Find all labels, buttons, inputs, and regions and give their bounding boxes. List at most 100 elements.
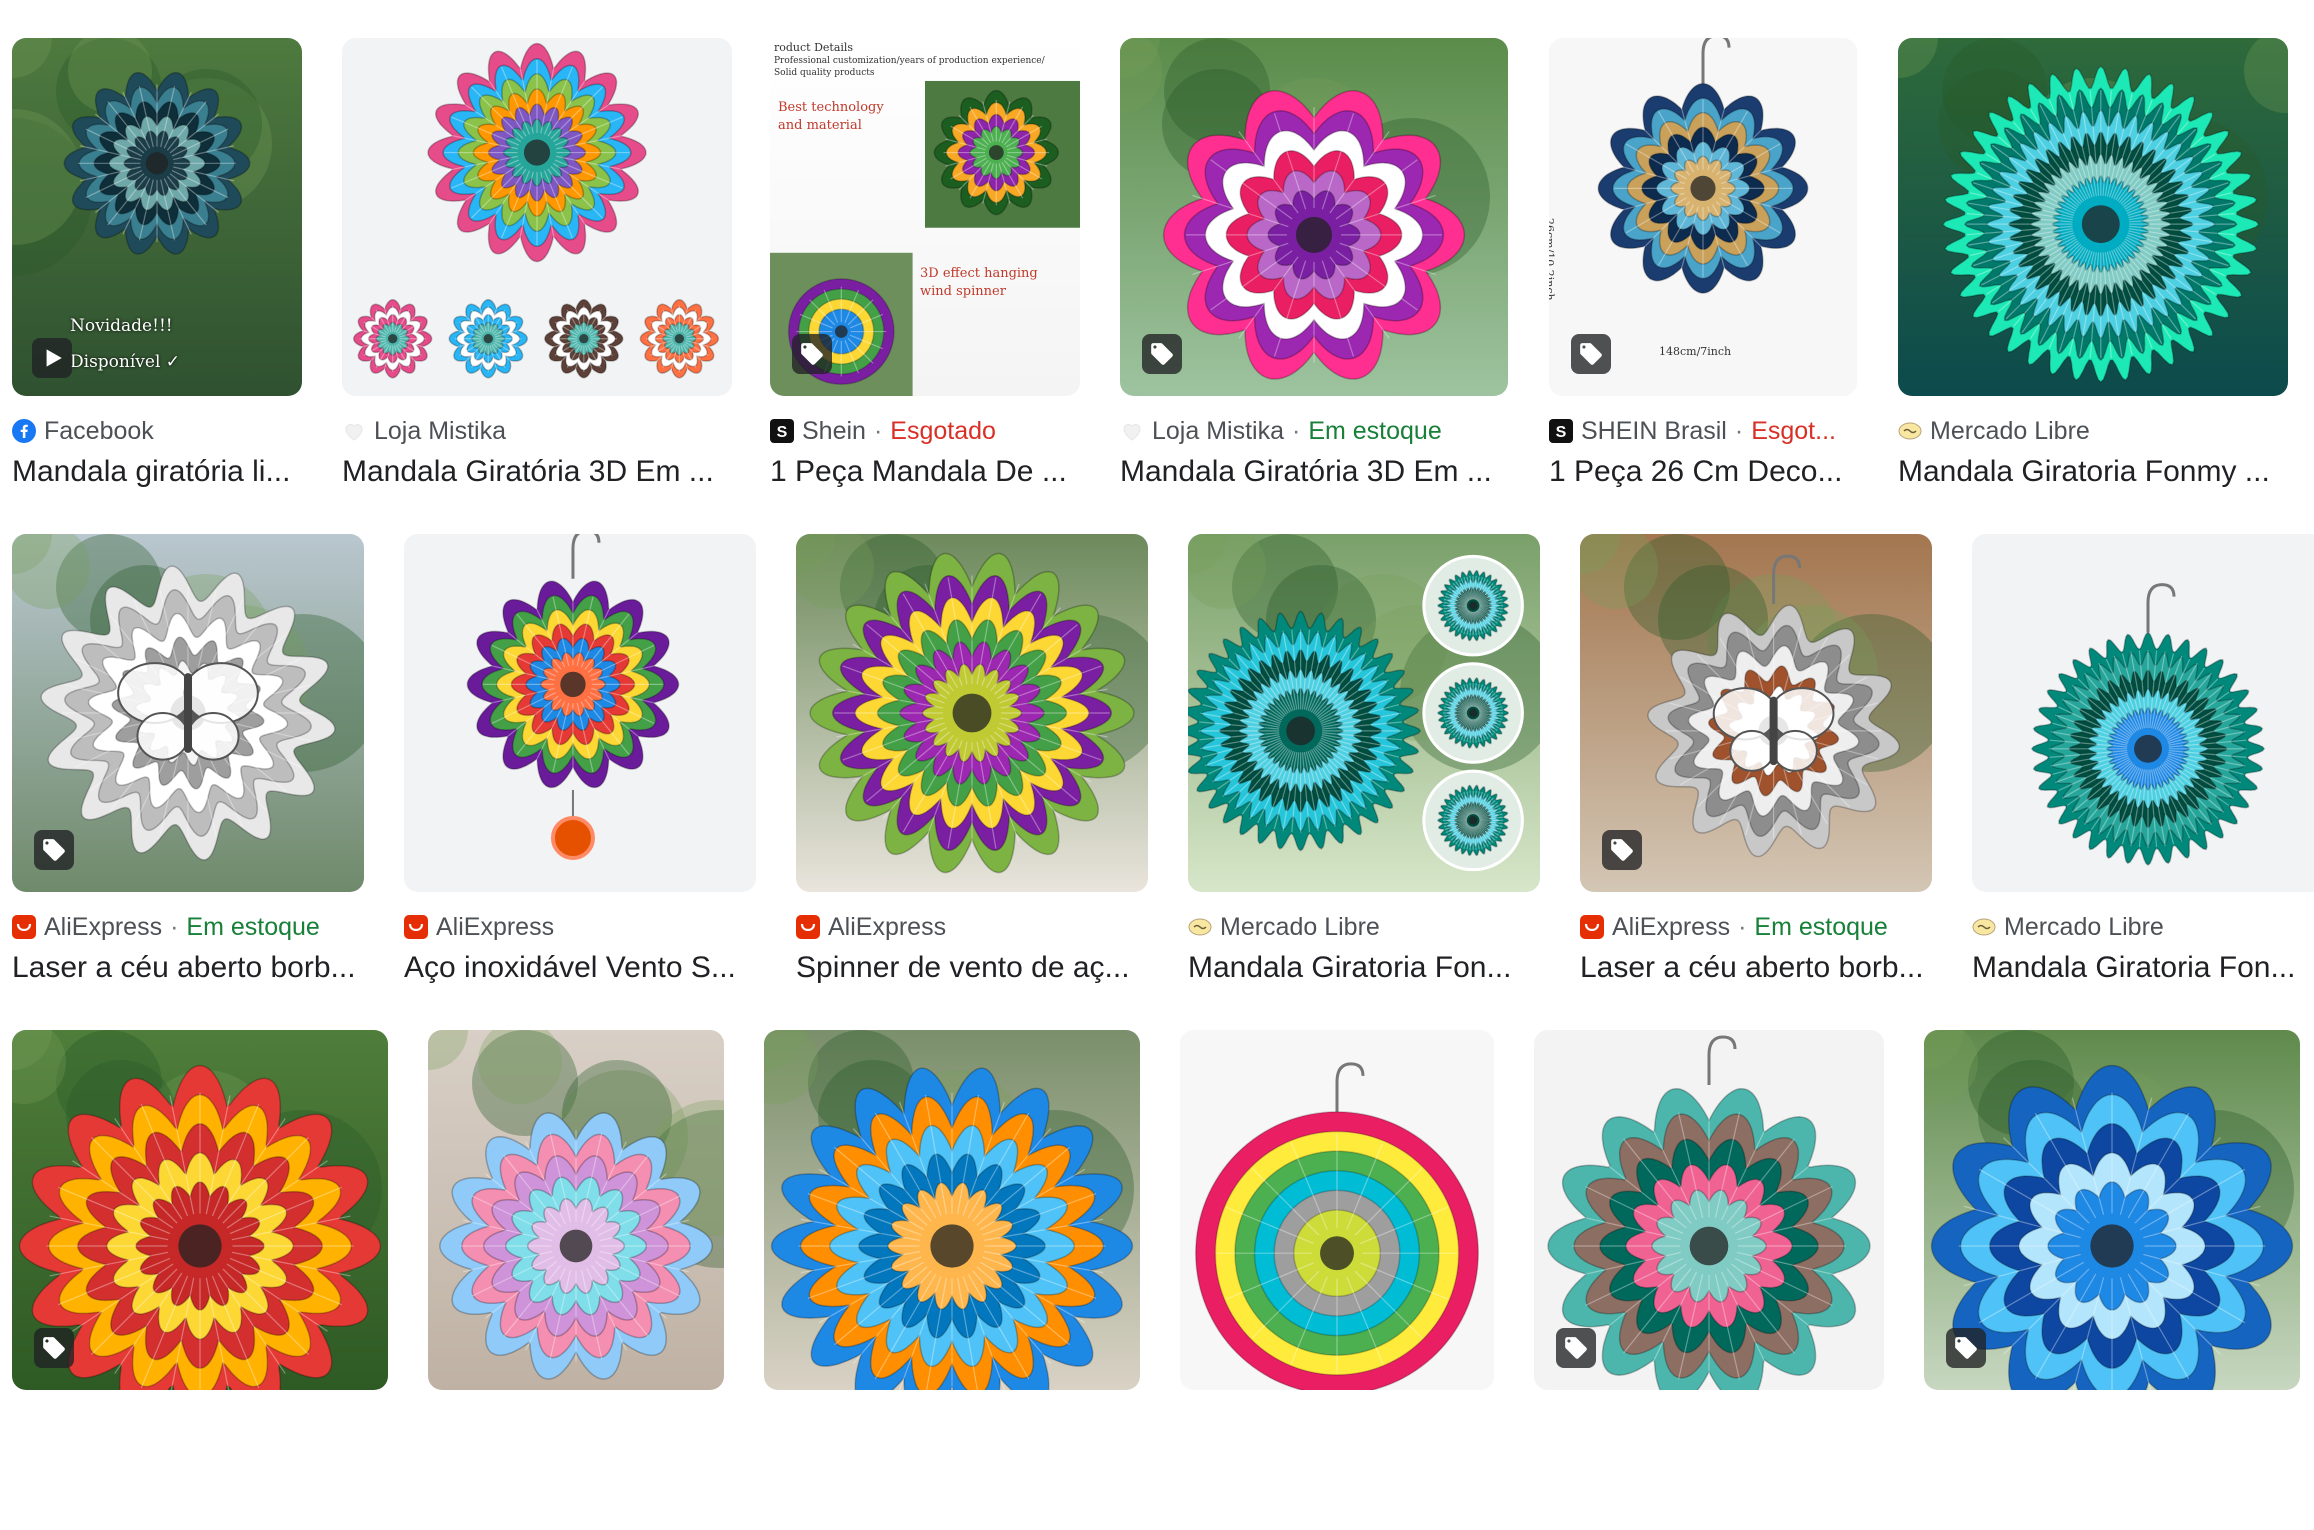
source-name: Mercado Libre bbox=[1930, 416, 2090, 445]
result-thumbnail[interactable] bbox=[1924, 1030, 2300, 1390]
aliexpress-icon bbox=[404, 915, 428, 939]
thumbnail-image bbox=[342, 38, 732, 396]
result-thumbnail[interactable] bbox=[1120, 38, 1508, 396]
result-source[interactable]: S Shein · Esgotado bbox=[770, 411, 1080, 451]
separator-dot: · bbox=[1292, 416, 1301, 445]
result-source[interactable]: Mercado Libre bbox=[1188, 907, 1540, 947]
result-card[interactable] bbox=[1180, 1030, 1494, 1530]
result-card[interactable]: Mercado Libre Mandala Giratoria Fon... bbox=[1188, 534, 1540, 1032]
result-thumbnail[interactable] bbox=[1180, 1030, 1494, 1390]
result-thumbnail[interactable] bbox=[1898, 38, 2288, 396]
shein-icon: S bbox=[770, 419, 794, 443]
overlay-text: Solid quality products bbox=[774, 68, 875, 78]
result-card[interactable]: 26cm/10.2inch 148cm/7inch S SHEIN Brasil · Es… bbox=[1549, 38, 1857, 536]
result-thumbnail[interactable] bbox=[1972, 534, 2314, 892]
result-thumbnail[interactable] bbox=[1580, 534, 1932, 892]
heart-icon bbox=[342, 419, 366, 443]
aliexpress-icon bbox=[796, 915, 820, 939]
result-source[interactable]: Mercado Libre bbox=[1972, 907, 2314, 947]
stock-status: Em estoque bbox=[1754, 912, 1888, 941]
spinner-graphic bbox=[1194, 1111, 1480, 1390]
overlay-text: roduct Details bbox=[774, 41, 854, 54]
result-source[interactable]: AliExpress · Em estoque bbox=[12, 907, 364, 947]
result-card[interactable]: Loja Mistika Mandala Giratória 3D Em ... bbox=[342, 38, 732, 536]
result-card[interactable]: AliExpress · Em estoque Laser a céu aberto … bbox=[12, 534, 364, 1032]
result-thumbnail[interactable] bbox=[342, 38, 732, 396]
result-thumbnail[interactable]: 26cm/10.2inch 148cm/7inch bbox=[1549, 38, 1857, 396]
separator-dot: · bbox=[170, 912, 179, 941]
shein-icon: S bbox=[1549, 419, 1573, 443]
result-card[interactable] bbox=[1924, 1030, 2300, 1530]
result-title[interactable]: Mandala Giratoria Fonmy ... bbox=[1898, 450, 2288, 494]
result-card[interactable] bbox=[764, 1030, 1140, 1530]
result-source[interactable]: S SHEIN Brasil · Esgot... bbox=[1549, 411, 1857, 451]
result-card[interactable] bbox=[12, 1030, 388, 1530]
tag-icon bbox=[1609, 837, 1635, 863]
product-badge bbox=[1556, 1328, 1596, 1368]
result-card[interactable] bbox=[428, 1030, 724, 1530]
result-title[interactable]: Mandala giratória li... bbox=[12, 450, 302, 494]
overlay-text: Best technology bbox=[778, 100, 884, 115]
product-badge bbox=[1571, 334, 1611, 374]
video-badge bbox=[32, 338, 72, 378]
result-title[interactable]: Mandala Giratoria Fon... bbox=[1188, 946, 1540, 990]
result-thumbnail[interactable] bbox=[428, 1030, 724, 1390]
result-card[interactable]: Mercado Libre Mandala Giratoria Fonmy ... bbox=[1898, 38, 2288, 536]
source-name: AliExpress bbox=[828, 912, 947, 941]
butterfly-cutout bbox=[117, 662, 259, 761]
result-thumbnail[interactable]: Novidade!!! Disponível ✓ bbox=[12, 38, 302, 396]
result-thumbnail[interactable]: roduct Details Professional customization… bbox=[770, 38, 1080, 396]
result-card[interactable]: roduct Details Professional customization… bbox=[770, 38, 1080, 536]
result-thumbnail[interactable] bbox=[1534, 1030, 1884, 1390]
result-thumbnail[interactable] bbox=[764, 1030, 1140, 1390]
result-title[interactable]: 1 Peça 26 Cm Deco... bbox=[1549, 450, 1857, 494]
result-thumbnail[interactable] bbox=[12, 1030, 388, 1390]
spinner-graphic bbox=[427, 42, 647, 263]
result-thumbnail[interactable] bbox=[1188, 534, 1540, 892]
play-icon bbox=[39, 345, 65, 371]
source-name: Mercado Libre bbox=[1220, 912, 1380, 941]
result-thumbnail[interactable] bbox=[12, 534, 364, 892]
result-source[interactable]: AliExpress bbox=[404, 907, 756, 947]
separator-dot: · bbox=[1738, 912, 1747, 941]
tag-icon bbox=[41, 1335, 67, 1361]
dimension-label: 26cm/10.2inch bbox=[1549, 218, 1556, 301]
tag-icon bbox=[1563, 1335, 1589, 1361]
result-source[interactable]: Loja Mistika · Em estoque bbox=[1120, 411, 1508, 451]
result-card[interactable]: AliExpress Aço inoxidável Vento S... bbox=[404, 534, 756, 1032]
result-card[interactable]: AliExpress Spinner de vento de aç... bbox=[796, 534, 1148, 1032]
result-title[interactable]: 1 Peça Mandala De ... bbox=[770, 450, 1080, 494]
result-source[interactable]: AliExpress · Em estoque bbox=[1580, 907, 1932, 947]
aliexpress-icon bbox=[1580, 915, 1604, 939]
result-title[interactable]: Aço inoxidável Vento S... bbox=[404, 946, 756, 990]
result-card[interactable]: Loja Mistika · Em estoque Mandala Giratória… bbox=[1120, 38, 1508, 536]
stock-status: Esgot... bbox=[1751, 416, 1836, 445]
tag-icon bbox=[1578, 341, 1604, 367]
result-card[interactable]: AliExpress · Em estoque Laser a céu aberto … bbox=[1580, 534, 1932, 1032]
result-card[interactable]: Mercado Libre Mandala Giratoria Fon... bbox=[1972, 534, 2314, 1032]
result-title[interactable]: Mandala Giratoria Fon... bbox=[1972, 946, 2314, 990]
result-card[interactable] bbox=[1534, 1030, 1884, 1530]
result-thumbnail[interactable] bbox=[796, 534, 1148, 892]
product-badge bbox=[1602, 830, 1642, 870]
result-title[interactable]: Mandala Giratória 3D Em ... bbox=[1120, 450, 1508, 494]
result-source[interactable]: Loja Mistika bbox=[342, 411, 732, 451]
result-title[interactable]: Laser a céu aberto borb... bbox=[12, 946, 364, 990]
result-source[interactable]: Facebook bbox=[12, 411, 302, 451]
thumbnail-image bbox=[428, 1030, 724, 1390]
result-card[interactable]: Novidade!!! Disponível ✓ Facebook Mandala g… bbox=[12, 38, 302, 536]
thumbnail-image bbox=[1180, 1030, 1494, 1390]
svg-text:S: S bbox=[777, 424, 788, 441]
thumbnail-image bbox=[1972, 534, 2314, 892]
result-title[interactable]: Spinner de vento de aç... bbox=[796, 946, 1148, 990]
thumbnail-image bbox=[404, 534, 756, 892]
result-source[interactable]: AliExpress bbox=[796, 907, 1148, 947]
result-thumbnail[interactable] bbox=[404, 534, 756, 892]
result-title[interactable]: Laser a céu aberto borb... bbox=[1580, 946, 1932, 990]
overlay-text: wind spinner bbox=[920, 284, 1006, 299]
result-title[interactable]: Mandala Giratória 3D Em ... bbox=[342, 450, 732, 494]
heart-icon bbox=[1120, 419, 1144, 443]
mercadolibre-icon bbox=[1188, 915, 1212, 939]
facebook-icon bbox=[12, 419, 36, 443]
result-source[interactable]: Mercado Libre bbox=[1898, 411, 2288, 451]
